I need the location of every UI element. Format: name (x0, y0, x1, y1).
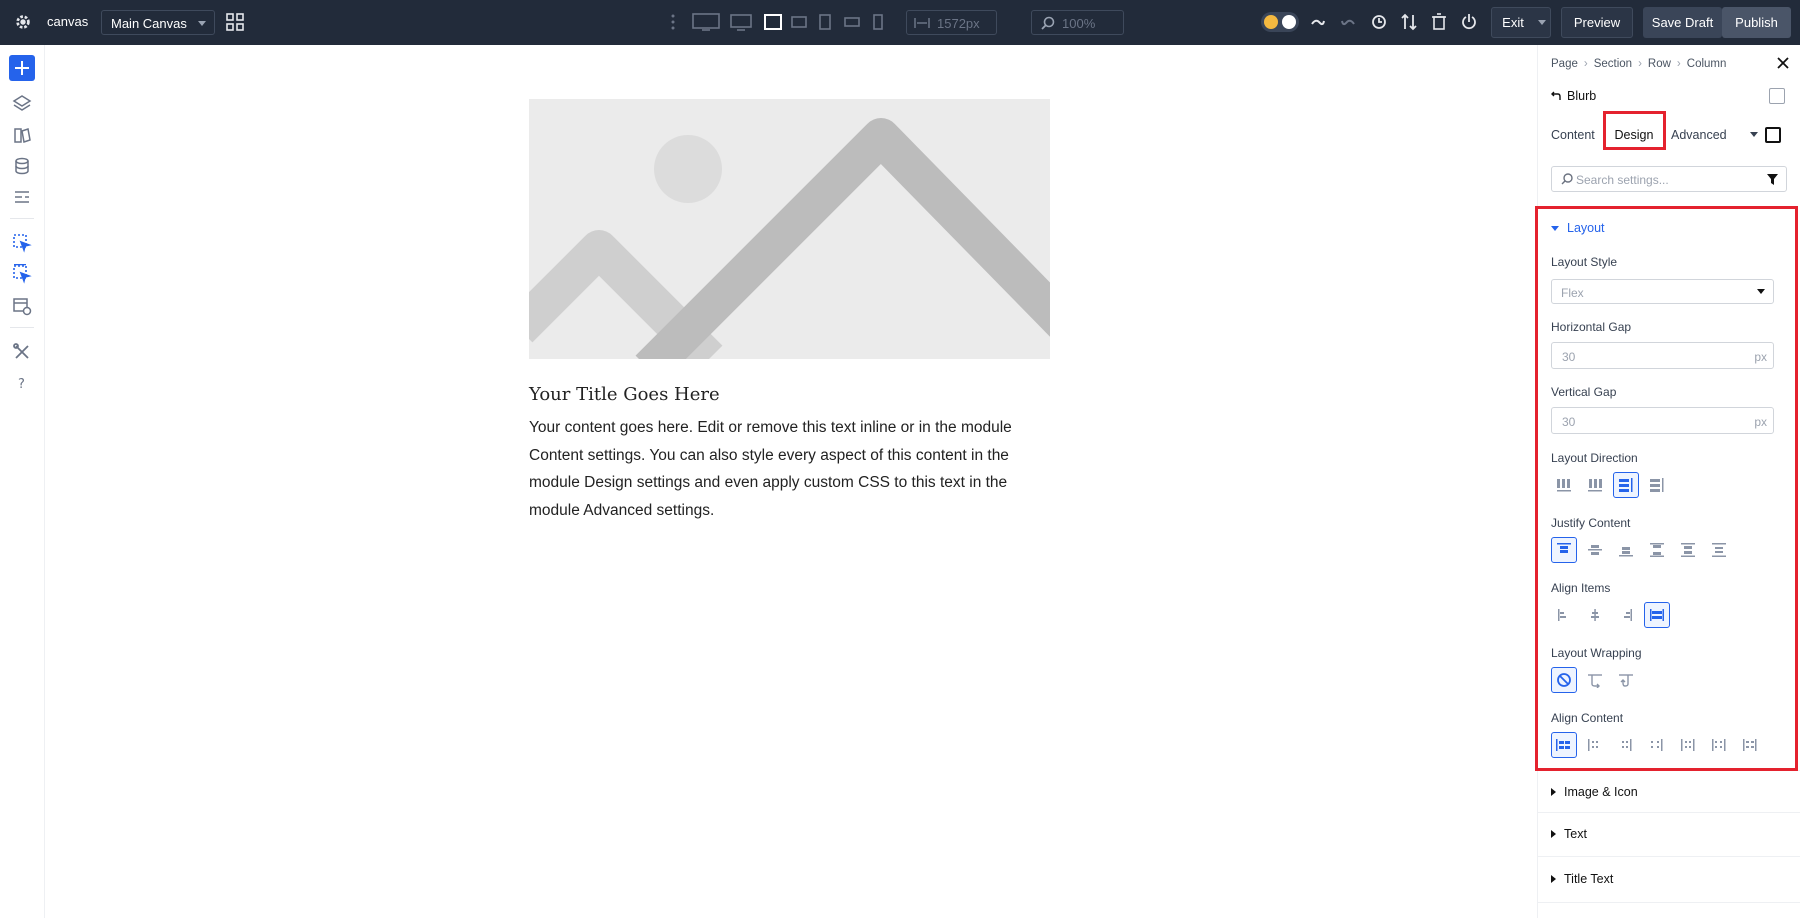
width-arrows-icon (914, 18, 930, 28)
app-name: canvas (47, 14, 89, 29)
trash-icon[interactable] (1431, 12, 1447, 32)
left-sidebar: ? (0, 45, 45, 918)
gear-icon[interactable] (14, 13, 32, 31)
chevron-down-icon (1538, 20, 1546, 25)
breadcrumb-row[interactable]: Row (1648, 58, 1671, 70)
phone-portrait-icon[interactable] (871, 12, 885, 32)
layers-icon[interactable] (12, 93, 32, 113)
chevron-right-icon: › (1583, 58, 1588, 70)
rail-divider (10, 327, 34, 328)
tab-content[interactable]: Content (1551, 120, 1595, 150)
section-divider (1538, 856, 1800, 857)
rail-divider (10, 218, 34, 219)
breadcrumb-page[interactable]: Page (1551, 58, 1578, 70)
help-icon[interactable]: ? (12, 373, 32, 393)
title-text-section-header[interactable]: Title Text (1551, 872, 1613, 886)
drag-dots-icon[interactable] (669, 12, 677, 32)
sun-icon (1264, 15, 1278, 29)
chevron-right-icon: › (1676, 58, 1681, 70)
undo-icon[interactable] (1310, 12, 1326, 32)
top-toolbar: canvas Main Canvas 1572px 100% Exit Prev… (0, 0, 1800, 45)
svg-text:?: ? (18, 377, 25, 392)
module-title: Blurb (1551, 89, 1596, 103)
module-title-text: Blurb (1567, 89, 1597, 103)
filter-icon[interactable] (1767, 174, 1778, 185)
select-tool-icon[interactable] (12, 233, 32, 253)
breadcrumb-section[interactable]: Section (1594, 58, 1632, 70)
tablet-landscape-icon[interactable] (790, 12, 808, 32)
canvas-width-value: 1572px (937, 16, 980, 31)
close-icon[interactable] (1777, 57, 1789, 69)
save-draft-button[interactable]: Save Draft (1643, 7, 1722, 38)
triangle-right-icon (1551, 875, 1556, 883)
search-placeholder: Search settings... (1576, 173, 1669, 187)
preset-square-icon[interactable] (1765, 127, 1781, 143)
publish-label: Publish (1735, 15, 1778, 30)
page-settings-icon[interactable] (12, 187, 32, 207)
blurb-title[interactable]: Your Title Goes Here (529, 384, 720, 405)
settings-search-input[interactable]: Search settings... (1551, 166, 1787, 192)
image-icon-heading: Image & Icon (1564, 785, 1638, 799)
laptop-icon-active[interactable] (763, 12, 783, 32)
text-section-header[interactable]: Text (1551, 827, 1587, 841)
toggle-knob (1282, 15, 1296, 29)
zoom-value: 100% (1062, 16, 1096, 31)
layout-section-highlight (1535, 206, 1798, 771)
database-icon[interactable] (12, 156, 32, 176)
back-arrow-icon[interactable] (1551, 91, 1561, 101)
design-tab-highlight (1603, 111, 1666, 150)
breadcrumb-column[interactable]: Column (1687, 58, 1727, 70)
desktop-wide-icon[interactable] (692, 12, 720, 32)
chevron-right-icon: › (1638, 58, 1642, 70)
phone-landscape-icon[interactable] (843, 12, 861, 32)
multi-select-icon[interactable] (12, 264, 32, 284)
section-divider (1538, 812, 1800, 813)
canvas-select-value: Main Canvas (111, 16, 187, 31)
exit-label: Exit (1502, 15, 1524, 30)
sort-arrows-icon[interactable] (1401, 12, 1417, 32)
module-options-button[interactable] (1769, 88, 1785, 104)
triangle-right-icon (1551, 788, 1556, 796)
section-divider (1538, 902, 1800, 903)
image-placeholder-icon (529, 118, 1050, 359)
preview-button[interactable]: Preview (1561, 7, 1633, 38)
library-icon[interactable] (12, 125, 32, 145)
blurb-body[interactable]: Your content goes here. Edit or remove t… (529, 414, 1054, 524)
theme-toggle[interactable] (1261, 12, 1299, 32)
add-module-button[interactable] (9, 55, 35, 81)
zoom-field[interactable]: 100% (1031, 10, 1124, 35)
settings-tabs: Content Design Advanced (1551, 120, 1791, 150)
triangle-right-icon (1551, 830, 1556, 838)
desktop-icon[interactable] (730, 12, 752, 32)
layout-settings-icon[interactable] (12, 296, 32, 316)
tab-advanced[interactable]: Advanced (1671, 120, 1727, 150)
tab-menu-chevron-icon[interactable] (1750, 132, 1758, 137)
chevron-down-icon (198, 21, 206, 26)
history-icon[interactable] (1371, 12, 1387, 32)
zoom-icon (1041, 16, 1055, 30)
tools-icon[interactable] (12, 342, 32, 362)
exit-menu-button[interactable] (1532, 7, 1552, 38)
grid-icon[interactable] (226, 13, 244, 31)
save-draft-label: Save Draft (1651, 15, 1714, 30)
power-icon[interactable] (1461, 12, 1477, 32)
preview-label: Preview (1573, 15, 1621, 30)
image-icon-section-header[interactable]: Image & Icon (1551, 785, 1638, 799)
title-text-heading: Title Text (1564, 872, 1614, 886)
redo-icon[interactable] (1340, 12, 1356, 32)
canvas-width-field[interactable]: 1572px (906, 10, 997, 35)
publish-button[interactable]: Publish (1722, 7, 1791, 38)
breadcrumb: Page › Section › Row › Column (1551, 58, 1726, 70)
text-heading: Text (1564, 827, 1587, 841)
canvas-select[interactable]: Main Canvas (101, 10, 215, 35)
search-icon (1561, 173, 1573, 185)
image-placeholder[interactable] (529, 99, 1050, 359)
tablet-portrait-icon[interactable] (817, 12, 833, 32)
